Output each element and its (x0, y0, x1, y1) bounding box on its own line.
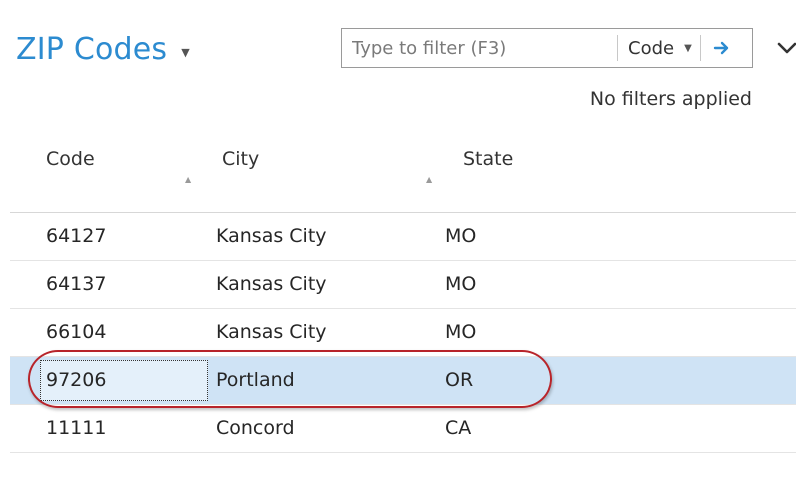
filter-box: Code ▼ (341, 28, 753, 68)
table-row[interactable]: 11111 Concord CA (10, 405, 796, 453)
chevron-down-icon[interactable] (776, 38, 796, 58)
table-row[interactable]: 64137 Kansas City MO (10, 261, 796, 309)
column-header-code[interactable]: Code (46, 148, 95, 170)
caret-down-icon: ▼ (684, 42, 692, 54)
cell-state: MO (445, 225, 477, 247)
table-header: Code ▲ City ▲ State (10, 140, 796, 213)
page-title-menu[interactable]: ZIP Codes ▼ (16, 32, 190, 67)
cell-state: CA (445, 417, 472, 439)
cell-city: Kansas City (216, 225, 327, 247)
arrow-right-icon (713, 41, 728, 55)
column-header-city[interactable]: City (222, 148, 259, 170)
table-row[interactable]: 66104 Kansas City MO (10, 309, 796, 357)
apply-filter-button[interactable] (701, 29, 743, 67)
cell-city: Concord (216, 417, 295, 439)
filter-status: No filters applied (589, 88, 752, 110)
cell-code: 11111 (46, 417, 107, 439)
cell-state: MO (445, 273, 477, 295)
sort-up-icon: ▲ (185, 175, 192, 184)
cell-city: Kansas City (216, 273, 327, 295)
cell-code: 64127 (46, 225, 107, 247)
column-header-state[interactable]: State (463, 148, 513, 170)
cell-city: Portland (216, 369, 295, 391)
filter-field-label: Code (628, 37, 675, 59)
zip-codes-table: Code ▲ City ▲ State 64127 Kansas City MO… (10, 140, 796, 453)
cell-code: 97206 (46, 369, 107, 391)
cell-code: 64137 (46, 273, 107, 295)
page-title: ZIP Codes (16, 32, 168, 67)
table-body: 64127 Kansas City MO 64137 Kansas City M… (10, 213, 796, 453)
caret-down-icon: ▼ (181, 46, 190, 59)
filter-input[interactable] (342, 30, 617, 66)
table-row-selected[interactable]: 97206 Portland OR (10, 357, 796, 405)
cell-state: OR (445, 369, 474, 391)
filter-field-select[interactable]: Code ▼ (618, 29, 700, 67)
cell-state: MO (445, 321, 477, 343)
zip-codes-page: ZIP Codes ▼ Code ▼ No filters applied Co… (0, 0, 796, 493)
cell-city: Kansas City (216, 321, 327, 343)
cell-code: 66104 (46, 321, 107, 343)
sort-up-icon: ▲ (426, 175, 433, 184)
table-row[interactable]: 64127 Kansas City MO (10, 213, 796, 261)
